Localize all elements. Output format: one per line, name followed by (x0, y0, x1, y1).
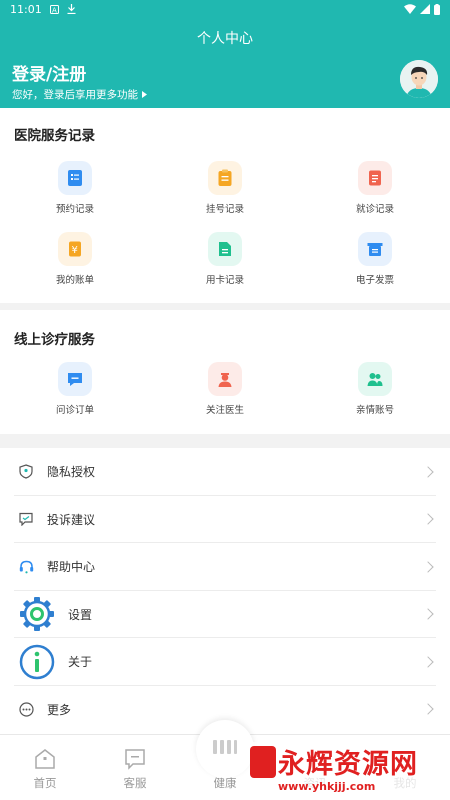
records-title: 医院服务记录 (14, 128, 95, 144)
menu-item-label: 更多 (47, 702, 72, 717)
triangle-right-icon (142, 91, 147, 98)
chevron-right-icon (422, 703, 434, 715)
profile-header: 个人中心 登录/注册 您好，登录后享用更多功能 (0, 18, 450, 108)
watermark-text: 永辉资源网 (278, 749, 418, 780)
grid-item-label: 电子发票 (355, 275, 394, 286)
menu-item-label: 关于 (68, 655, 93, 670)
family-icon (358, 362, 392, 396)
menu-item-about[interactable]: 关于 (0, 638, 450, 686)
menu-item-label: 设置 (68, 607, 93, 622)
menu-item-label: 隐私授权 (47, 465, 96, 480)
watermark-url: www.yhkjjj.com (278, 780, 376, 793)
chat-bubble-icon (58, 362, 92, 396)
menu-item-help-center[interactable]: 帮助中心 (0, 543, 450, 591)
printer-icon (358, 232, 392, 266)
grid-item-label: 我的账单 (55, 275, 94, 286)
avatar[interactable] (400, 60, 438, 98)
feedback-icon (18, 512, 34, 527)
menu-item-complaints-suggestions[interactable]: 投诉建议 (0, 496, 450, 543)
download-icon (67, 4, 76, 14)
gear-icon (18, 595, 56, 633)
grid-item-my-bills[interactable]: ¥ 我的账单 (25, 232, 125, 286)
online-services-card: 线上诊疗服务 问诊订单 关注医生 亲情账号 (0, 310, 450, 434)
watermark-logo-icon (250, 746, 276, 778)
svg-text:¥: ¥ (72, 245, 78, 256)
grid-item-appointment-records[interactable]: 预约记录 (25, 161, 125, 215)
chevron-right-icon (422, 561, 434, 573)
chevron-right-icon (422, 466, 434, 478)
info-icon (18, 644, 56, 680)
records-card: 医院服务记录 预约记录 挂号记录 就诊记录 ¥ 我的账单 用卡记录 电子发票 (0, 108, 450, 303)
grid-item-label: 用卡记录 (205, 275, 244, 286)
status-time: 11:01 (10, 2, 42, 16)
grid-item-e-invoice[interactable]: 电子发票 (325, 232, 425, 286)
grid-item-label: 亲情账号 (355, 405, 394, 416)
grid-item-label: 预约记录 (55, 204, 94, 215)
wifi-icon (404, 4, 416, 14)
grid-item-visit-records[interactable]: 就诊记录 (325, 161, 425, 215)
grid-item-card-usage-records[interactable]: 用卡记录 (175, 232, 275, 286)
status-bar: 11:01 A (0, 0, 450, 18)
center-scan-button[interactable] (196, 720, 254, 778)
tab-home[interactable]: 首页 (15, 747, 75, 791)
shield-icon (18, 464, 34, 479)
user-avatar-icon (400, 60, 438, 98)
scan-code-icon (213, 740, 237, 754)
tab-label: 健康 (213, 776, 237, 790)
tab-label: 首页 (33, 776, 57, 790)
battery-icon (434, 3, 440, 15)
signal-icon (420, 4, 430, 14)
login-hint-text: 您好，登录后享用更多功能 (12, 89, 138, 101)
page-title: 个人中心 (197, 31, 253, 47)
headset-icon (18, 560, 34, 574)
chevron-right-icon (422, 608, 434, 620)
login-hint[interactable]: 您好，登录后享用更多功能 (12, 87, 147, 102)
grid-item-followed-doctors[interactable]: 关注医生 (175, 362, 275, 416)
wallet-yen-icon: ¥ (58, 232, 92, 266)
grid-item-label: 就诊记录 (355, 204, 394, 215)
grid-item-consultation-orders[interactable]: 问诊订单 (25, 362, 125, 416)
online-services-title: 线上诊疗服务 (14, 332, 95, 348)
grid-item-family-accounts[interactable]: 亲情账号 (325, 362, 425, 416)
tab-label: 客服 (123, 776, 147, 790)
login-register-link[interactable]: 登录/注册 (12, 60, 86, 85)
menu-item-label: 帮助中心 (47, 560, 96, 575)
clipboard-icon (208, 161, 242, 195)
menu-item-label: 投诉建议 (47, 512, 96, 527)
settings-menu: 隐私授权 投诉建议 帮助中心 设置 关于 更多 (0, 448, 450, 734)
grid-item-label: 关注医生 (205, 405, 244, 416)
grid-item-label: 问诊订单 (55, 405, 94, 416)
chevron-right-icon (422, 513, 434, 525)
calendar-list-icon (58, 161, 92, 195)
grid-item-label: 挂号记录 (205, 204, 244, 215)
tab-customer-service[interactable]: 客服 (105, 747, 165, 791)
watermark: 永辉资源网 www.yhkjjj.com (250, 742, 450, 800)
home-icon (33, 747, 57, 771)
menu-item-privacy-authorization[interactable]: 隐私授权 (0, 448, 450, 496)
service-icon (123, 747, 147, 771)
svg-text:A: A (52, 6, 57, 14)
grid-item-registration-records[interactable]: 挂号记录 (175, 161, 275, 215)
document-icon (358, 161, 392, 195)
menu-item-settings[interactable]: 设置 (0, 591, 450, 638)
doctor-icon (208, 362, 242, 396)
card-file-icon (208, 232, 242, 266)
more-icon (18, 702, 34, 717)
chevron-right-icon (422, 656, 434, 668)
notification-a-icon: A (49, 4, 59, 14)
